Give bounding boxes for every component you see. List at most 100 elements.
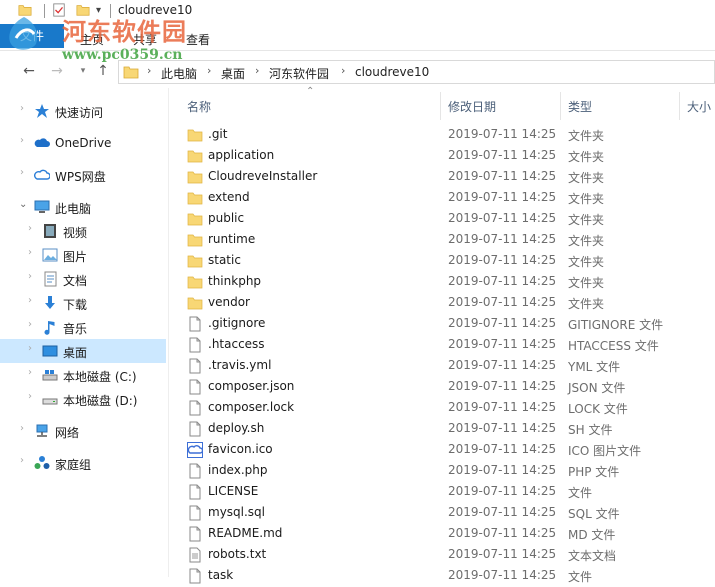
breadcrumb-separator-icon[interactable]: › [255, 64, 259, 77]
file-type: JSON 文件 [568, 381, 626, 395]
table-row[interactable]: thinkphp 2019-07-11 14:25 文件夹 [170, 271, 715, 292]
sidebar-item-documents[interactable]: › 文档 [0, 267, 166, 291]
expand-chevron-icon[interactable]: › [20, 455, 24, 466]
file-icon [187, 421, 203, 437]
column-divider[interactable] [679, 92, 680, 120]
file-name: runtime [208, 232, 256, 246]
sidebar-item-homegroup[interactable]: › 家庭组 [0, 451, 166, 475]
expand-chevron-icon[interactable]: › [20, 423, 24, 434]
table-row[interactable]: robots.txt 2019-07-11 14:25 文本文档 [170, 544, 715, 565]
file-type: 文本文档 [568, 549, 617, 563]
column-header-size[interactable]: 大小 [687, 98, 711, 115]
sidebar-item-pictures[interactable]: › 图片 [0, 243, 166, 267]
collapse-chevron-icon[interactable]: ⌄ [19, 199, 27, 210]
sidebar-item-this-pc[interactable]: ⌄ 此电脑 [0, 195, 166, 219]
column-header-date[interactable]: 修改日期 [448, 98, 496, 115]
back-arrow-icon[interactable]: ← [20, 62, 38, 80]
file-name: extend [208, 190, 250, 204]
sidebar-item-label: 桌面 [63, 346, 88, 360]
file-name: favicon.ico [208, 442, 273, 456]
table-row[interactable]: .git 2019-07-11 14:25 文件夹 [170, 124, 715, 145]
table-row[interactable]: mysql.sql 2019-07-11 14:25 SQL 文件 [170, 502, 715, 523]
sidebar-item-label: 此电脑 [55, 202, 92, 216]
table-row[interactable]: deploy.sh 2019-07-11 14:25 SH 文件 [170, 418, 715, 439]
table-row[interactable]: composer.json 2019-07-11 14:25 JSON 文件 [170, 376, 715, 397]
file-type: 文件夹 [568, 150, 605, 164]
table-row[interactable]: extend 2019-07-11 14:25 文件夹 [170, 187, 715, 208]
expand-chevron-icon[interactable]: › [20, 167, 24, 178]
up-arrow-icon[interactable]: ↑ [94, 62, 112, 80]
wps-cloud-icon [34, 169, 50, 180]
file-type: SH 文件 [568, 423, 613, 437]
expand-chevron-icon[interactable]: › [28, 247, 32, 258]
file-modified-date: 2019-07-11 14:25 [448, 463, 557, 477]
folder-icon [187, 169, 203, 185]
table-row[interactable]: runtime 2019-07-11 14:25 文件夹 [170, 229, 715, 250]
breadcrumb-separator-icon[interactable]: › [147, 64, 151, 77]
expand-chevron-icon[interactable]: › [20, 135, 24, 146]
tab-view[interactable]: 查看 [186, 31, 210, 48]
file-modified-date: 2019-07-11 14:25 [448, 568, 557, 582]
table-row[interactable]: composer.lock 2019-07-11 14:25 LOCK 文件 [170, 397, 715, 418]
sidebar-item-music[interactable]: › 音乐 [0, 315, 166, 339]
recent-locations-chevron-icon[interactable]: ▾ [74, 62, 92, 80]
drive-icon [42, 398, 58, 405]
column-divider[interactable] [440, 92, 441, 120]
column-divider[interactable] [560, 92, 561, 120]
file-icon [187, 463, 203, 479]
file-modified-date: 2019-07-11 14:25 [448, 442, 557, 456]
file-type: 文件夹 [568, 192, 605, 206]
table-row[interactable]: .travis.yml 2019-07-11 14:25 YML 文件 [170, 355, 715, 376]
table-row[interactable]: CloudreveInstaller 2019-07-11 14:25 文件夹 [170, 166, 715, 187]
expand-chevron-icon[interactable]: › [28, 391, 32, 402]
sidebar-item-video[interactable]: › 视频 [0, 219, 166, 243]
expand-chevron-icon[interactable]: › [20, 103, 24, 114]
table-row[interactable]: .gitignore 2019-07-11 14:25 GITIGNORE 文件 [170, 313, 715, 334]
sidebar-item-label: WPS网盘 [55, 170, 106, 184]
breadcrumb-separator-icon[interactable]: › [207, 64, 211, 77]
table-row[interactable]: favicon.ico 2019-07-11 14:25 ICO 图片文件 [170, 439, 715, 460]
table-row[interactable]: LICENSE 2019-07-11 14:25 文件 [170, 481, 715, 502]
address-bar[interactable]: › 此电脑 › 桌面 › 河东软件园 › cloudreve10 [118, 60, 715, 84]
file-modified-date: 2019-07-11 14:25 [448, 148, 557, 162]
column-header-name[interactable]: 名称 [187, 98, 211, 115]
expand-chevron-icon[interactable]: › [28, 367, 32, 378]
table-row[interactable]: README.md 2019-07-11 14:25 MD 文件 [170, 523, 715, 544]
expand-chevron-icon[interactable]: › [28, 343, 32, 354]
breadcrumb-desktop[interactable]: 桌面 [221, 65, 245, 82]
file-modified-date: 2019-07-11 14:25 [448, 316, 557, 330]
breadcrumb-folder[interactable]: 河东软件园 [269, 65, 329, 82]
table-row[interactable]: index.php 2019-07-11 14:25 PHP 文件 [170, 460, 715, 481]
sidebar-item-downloads[interactable]: › 下载 [0, 291, 166, 315]
sidebar-item-drive-c[interactable]: › 本地磁盘 (C:) [0, 363, 166, 387]
expand-chevron-icon[interactable]: › [28, 271, 32, 282]
file-modified-date: 2019-07-11 14:25 [448, 421, 557, 435]
column-header-type[interactable]: 类型 [568, 98, 592, 115]
sidebar-item-network[interactable]: › 网络 [0, 419, 166, 443]
expand-chevron-icon[interactable]: › [28, 295, 32, 306]
sidebar-item-desktop[interactable]: › 桌面 [0, 339, 166, 363]
file-name: .htaccess [208, 337, 265, 351]
table-row[interactable]: vendor 2019-07-11 14:25 文件夹 [170, 292, 715, 313]
table-row[interactable]: .htaccess 2019-07-11 14:25 HTACCESS 文件 [170, 334, 715, 355]
table-row[interactable]: static 2019-07-11 14:25 文件夹 [170, 250, 715, 271]
file-modified-date: 2019-07-11 14:25 [448, 484, 557, 498]
expand-chevron-icon[interactable]: › [28, 223, 32, 234]
video-icon [44, 224, 56, 238]
breadcrumb-current[interactable]: cloudreve10 [355, 65, 429, 79]
watermark-text: 河东软件园 [62, 18, 187, 46]
file-icon [187, 400, 203, 416]
file-type: HTACCESS 文件 [568, 339, 659, 353]
breadcrumb-this-pc[interactable]: 此电脑 [161, 65, 197, 82]
sidebar-item-label: OneDrive [55, 136, 112, 150]
sidebar-item-quick-access[interactable]: › 快速访问 [0, 99, 166, 123]
table-row[interactable]: task 2019-07-11 14:25 文件 [170, 565, 715, 586]
table-row[interactable]: application 2019-07-11 14:25 文件夹 [170, 145, 715, 166]
sidebar-item-onedrive[interactable]: › OneDrive [0, 131, 166, 155]
sidebar-item-drive-d[interactable]: › 本地磁盘 (D:) [0, 387, 166, 411]
table-row[interactable]: public 2019-07-11 14:25 文件夹 [170, 208, 715, 229]
expand-chevron-icon[interactable]: › [28, 319, 32, 330]
forward-arrow-icon[interactable]: → [48, 62, 66, 80]
breadcrumb-separator-icon[interactable]: › [341, 64, 345, 77]
sidebar-item-wps[interactable]: › WPS网盘 [0, 163, 166, 187]
